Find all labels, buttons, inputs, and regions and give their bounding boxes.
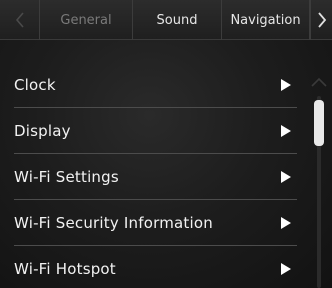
chevron-left-icon <box>15 12 24 28</box>
menu-item-label: Wi-Fi Security Information <box>14 213 213 232</box>
menu-item-display[interactable]: Display <box>14 108 297 154</box>
menu-item-wifi-settings[interactable]: Wi-Fi Settings <box>14 154 297 200</box>
play-triangle-icon <box>281 170 291 183</box>
chevron-right-icon <box>317 12 326 28</box>
tab-bar: General Sound Navigation <box>0 0 332 40</box>
menu-item-label: Wi-Fi Settings <box>14 167 119 186</box>
scroll-up-button[interactable] <box>310 76 328 88</box>
menu-item-clock[interactable]: Clock <box>14 62 297 108</box>
menu-item-wifi-hotspot[interactable]: Wi-Fi Hotspot <box>14 246 297 288</box>
play-triangle-icon <box>281 124 291 137</box>
chevron-up-icon <box>311 77 327 87</box>
scrollbar-thumb[interactable] <box>314 100 324 146</box>
tab-sound[interactable]: Sound <box>133 0 222 40</box>
tab-general[interactable]: General <box>40 0 133 40</box>
menu-item-label: Wi-Fi Hotspot <box>14 260 116 278</box>
play-triangle-icon <box>281 216 291 229</box>
tab-next-button[interactable] <box>310 0 332 40</box>
menu-item-wifi-security-information[interactable]: Wi-Fi Security Information <box>14 200 297 246</box>
menu-item-label: Display <box>14 121 71 140</box>
play-triangle-icon <box>281 78 291 91</box>
settings-menu-list: Clock Display Wi-Fi Settings Wi-Fi Secur… <box>14 62 297 288</box>
tab-navigation[interactable]: Navigation <box>222 0 310 40</box>
settings-screen: General Sound Navigation Clock Display W… <box>0 0 332 288</box>
tab-prev-button[interactable] <box>0 0 40 40</box>
menu-item-label: Clock <box>14 75 56 94</box>
play-triangle-icon <box>281 263 291 275</box>
